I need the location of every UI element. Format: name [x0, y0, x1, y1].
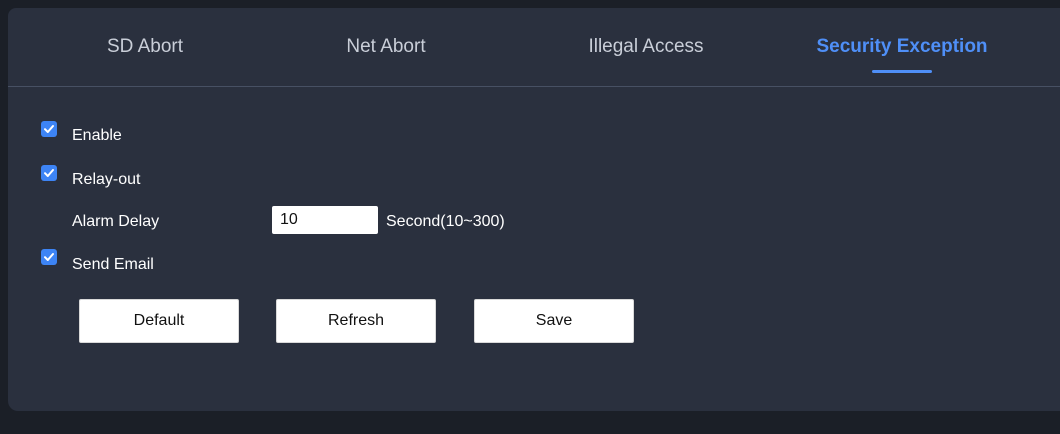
active-tab-indicator	[872, 70, 932, 73]
send-email-label: Send Email	[72, 256, 154, 273]
check-icon	[44, 253, 54, 261]
tab-security-exception[interactable]: Security Exception	[800, 36, 1004, 60]
tab-net-abort[interactable]: Net Abort	[326, 36, 446, 60]
refresh-button[interactable]: Refresh	[276, 299, 436, 343]
tab-bar: SD Abort Net Abort Illegal Access Securi…	[8, 8, 1060, 87]
enable-label: Enable	[72, 127, 122, 144]
relay-out-label: Relay-out	[72, 171, 141, 188]
alarm-delay-input[interactable]	[272, 206, 378, 234]
alarm-delay-unit: Second(10~300)	[386, 213, 505, 230]
settings-panel: SD Abort Net Abort Illegal Access Securi…	[8, 8, 1060, 411]
tab-illegal-access[interactable]: Illegal Access	[576, 36, 716, 60]
alarm-delay-label: Alarm Delay	[72, 213, 160, 230]
save-button[interactable]: Save	[474, 299, 634, 343]
send-email-checkbox[interactable]	[41, 249, 57, 265]
tab-sd-abort[interactable]: SD Abort	[80, 36, 210, 60]
default-button[interactable]: Default	[79, 299, 239, 343]
check-icon	[44, 125, 54, 133]
relay-out-checkbox[interactable]	[41, 165, 57, 181]
enable-checkbox[interactable]	[41, 121, 57, 137]
check-icon	[44, 169, 54, 177]
